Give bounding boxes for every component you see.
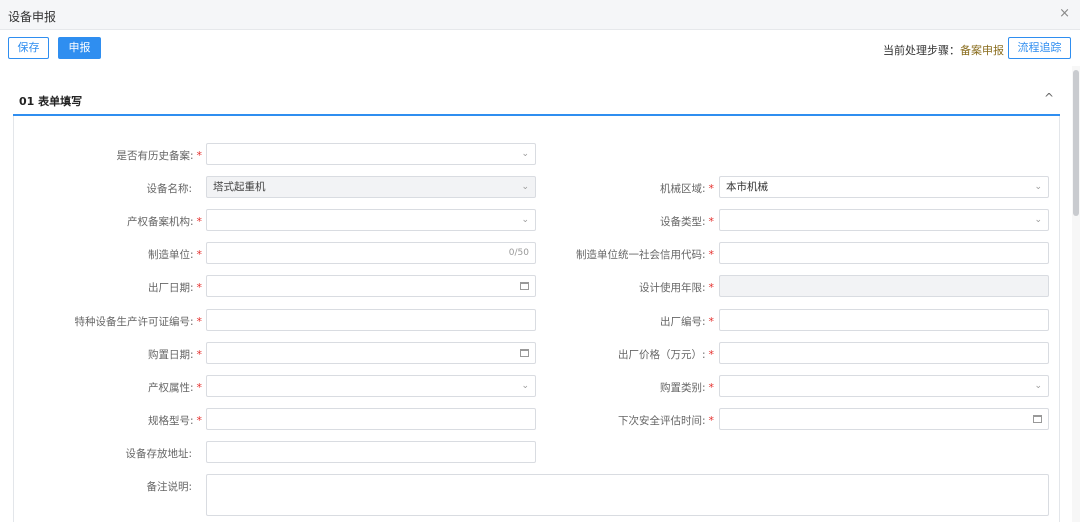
save-button[interactable]: 保存 bbox=[8, 37, 49, 59]
manufacturer-label: 制造单位: * bbox=[147, 248, 203, 261]
machine-region-select[interactable]: 本市机械 ⌄ bbox=[719, 176, 1049, 198]
calendar-icon[interactable] bbox=[520, 282, 529, 290]
purchase-date-label: 购置日期: * bbox=[147, 348, 203, 361]
spec-model-input[interactable] bbox=[206, 408, 536, 430]
required-mark: * bbox=[196, 414, 203, 427]
required-mark: * bbox=[196, 215, 203, 228]
required-mark: * bbox=[708, 315, 715, 328]
device-name-select: 塔式起重机 ⌄ bbox=[206, 176, 536, 198]
device-name-value: 塔式起重机 bbox=[213, 181, 266, 193]
required-mark: * bbox=[196, 248, 203, 261]
purchase-type-label: 购置类别: * bbox=[659, 381, 715, 394]
current-step: 当前处理步骤：备案申报 bbox=[883, 42, 1004, 58]
storage-address-input[interactable] bbox=[206, 441, 536, 463]
factory-date-picker[interactable] bbox=[206, 275, 536, 297]
char-counter: 0/50 bbox=[508, 248, 529, 258]
required-mark: * bbox=[708, 348, 715, 361]
purchase-type-select[interactable]: ⌄ bbox=[719, 375, 1049, 397]
design-life-input bbox=[719, 275, 1049, 297]
calendar-icon[interactable] bbox=[520, 349, 529, 357]
license-no-input[interactable] bbox=[206, 309, 536, 331]
required-mark: * bbox=[196, 315, 203, 328]
design-life-label: 设计使用年限: * bbox=[638, 281, 715, 294]
factory-no-label: 出厂编号: * bbox=[659, 315, 715, 328]
credit-code-input[interactable] bbox=[719, 242, 1049, 264]
required-mark: * bbox=[196, 281, 203, 294]
manufacturer-input[interactable]: 0/50 bbox=[206, 242, 536, 264]
required-mark: * bbox=[196, 348, 203, 361]
calendar-icon[interactable] bbox=[1033, 415, 1042, 423]
current-step-label: 当前处理步骤： bbox=[883, 44, 960, 57]
factory-price-label: 出厂价格（万元）: * bbox=[617, 348, 715, 361]
storage-address-label: 设备存放地址: bbox=[125, 448, 192, 460]
section-title: 01 表单填写 bbox=[19, 95, 83, 108]
property-attr-select[interactable]: ⌄ bbox=[206, 375, 536, 397]
next-eval-time-label: 下次安全评估时间: * bbox=[617, 414, 715, 427]
next-eval-time-picker[interactable] bbox=[719, 408, 1049, 430]
chevron-down-icon: ⌄ bbox=[521, 381, 529, 391]
chevron-down-icon: ⌄ bbox=[521, 182, 529, 192]
chevron-down-icon: ⌄ bbox=[521, 215, 529, 225]
machine-region-label: 机械区域: * bbox=[659, 182, 715, 195]
factory-price-input[interactable] bbox=[719, 342, 1049, 364]
submit-button[interactable]: 申报 bbox=[58, 37, 101, 59]
window-titlebar: 设备申报 × bbox=[0, 0, 1080, 30]
required-mark: * bbox=[708, 281, 715, 294]
credit-code-label: 制造单位统一社会信用代码: * bbox=[575, 248, 715, 261]
chevron-down-icon: ⌄ bbox=[521, 149, 529, 159]
window-title: 设备申报 bbox=[8, 10, 57, 24]
factory-date-label: 出厂日期: * bbox=[147, 281, 203, 294]
history-record-label: 是否有历史备案: * bbox=[116, 149, 203, 162]
factory-no-input[interactable] bbox=[719, 309, 1049, 331]
current-step-value: 备案申报 bbox=[960, 44, 1004, 57]
process-trace-button[interactable]: 流程追踪 bbox=[1008, 37, 1071, 59]
device-type-select[interactable]: ⌄ bbox=[719, 209, 1049, 231]
remark-textarea[interactable] bbox=[206, 474, 1049, 516]
scrollbar-thumb[interactable] bbox=[1073, 70, 1079, 216]
chevron-up-icon[interactable]: ^ bbox=[1044, 91, 1054, 105]
device-type-label: 设备类型: * bbox=[659, 215, 715, 228]
chevron-down-icon: ⌄ bbox=[1034, 182, 1042, 192]
close-icon[interactable]: × bbox=[1059, 6, 1070, 21]
required-mark: * bbox=[708, 381, 715, 394]
required-mark: * bbox=[708, 182, 715, 195]
remark-label: 备注说明: bbox=[146, 481, 192, 493]
property-org-select[interactable]: ⌄ bbox=[206, 209, 536, 231]
property-attr-label: 产权属性: * bbox=[147, 381, 203, 394]
chevron-down-icon: ⌄ bbox=[1034, 215, 1042, 225]
history-record-select[interactable]: ⌄ bbox=[206, 143, 536, 165]
required-mark: * bbox=[708, 414, 715, 427]
device-name-label: 设备名称: bbox=[146, 183, 192, 195]
spec-model-label: 规格型号: * bbox=[147, 414, 203, 427]
required-mark: * bbox=[196, 149, 203, 162]
required-mark: * bbox=[708, 215, 715, 228]
property-org-label: 产权备案机构: * bbox=[126, 215, 203, 228]
chevron-down-icon: ⌄ bbox=[1034, 381, 1042, 391]
license-no-label: 特种设备生产许可证编号: * bbox=[74, 315, 203, 328]
required-mark: * bbox=[196, 381, 203, 394]
section-header[interactable]: 01 表单填写 ^ bbox=[13, 88, 1060, 116]
machine-region-value: 本市机械 bbox=[726, 181, 768, 193]
required-mark: * bbox=[708, 248, 715, 261]
purchase-date-picker[interactable] bbox=[206, 342, 536, 364]
